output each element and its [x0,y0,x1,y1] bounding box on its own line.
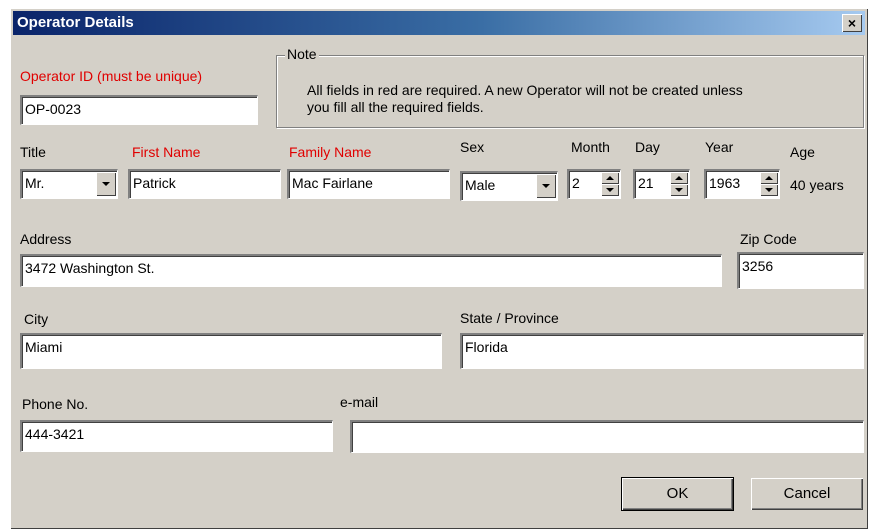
day-value: 21 [638,175,654,191]
month-value: 2 [572,175,580,191]
note-groupbox: Note All fields in red are required. A n… [276,46,864,128]
cancel-button[interactable]: Cancel [751,478,863,510]
sex-label: Sex [460,139,485,155]
state-input[interactable]: Florida [460,333,864,369]
title-label: Title [20,144,46,160]
title-select-value: Mr. [25,175,45,191]
operator-details-dialog: Operator Details × Operator ID (must be … [10,8,868,529]
first-name-label: First Name [132,144,201,160]
arrow-up-icon [606,176,614,180]
day-down-button[interactable] [670,184,688,196]
chevron-down-icon [102,182,110,186]
sex-select-value: Male [465,177,496,193]
note-title: Note [285,46,319,62]
address-label: Address [20,231,72,247]
family-name-label: Family Name [289,144,372,160]
arrow-up-icon [675,176,683,180]
year-label: Year [705,139,734,155]
arrow-up-icon [765,176,773,180]
year-spinner[interactable]: 1963 [704,169,780,199]
year-value: 1963 [709,175,741,191]
sex-select[interactable]: Male [460,171,558,201]
arrow-down-icon [765,188,773,192]
chevron-down-icon [542,184,550,188]
family-name-input[interactable]: Mac Fairlane [287,169,450,199]
month-spinner[interactable]: 2 [567,169,621,199]
age-value: 40 years [790,177,844,193]
title-bar[interactable]: Operator Details × [13,11,865,35]
zip-code-label: Zip Code [740,231,797,247]
email-input[interactable] [350,420,864,453]
month-up-button[interactable] [601,172,619,184]
close-button[interactable]: × [842,14,862,32]
window-title: Operator Details [17,14,134,31]
year-spin-buttons[interactable] [760,172,778,196]
address-input[interactable]: 3472 Washington St. [20,254,722,287]
operator-id-label: Operator ID (must be unique) [20,68,203,84]
note-line-2: you fill all the required fields. [307,99,484,115]
arrow-down-icon [606,188,614,192]
year-down-button[interactable] [760,184,778,196]
note-text: All fields in red are required. A new Op… [307,82,837,116]
month-label: Month [571,139,610,155]
age-label: Age [790,144,815,160]
city-label: City [24,311,49,327]
month-spin-buttons[interactable] [601,172,619,196]
phone-label: Phone No. [22,396,89,412]
month-down-button[interactable] [601,184,619,196]
title-dropdown-button[interactable] [96,172,116,196]
day-label: Day [635,139,660,155]
zip-code-input[interactable]: 3256 [737,252,864,289]
year-up-button[interactable] [760,172,778,184]
state-label: State / Province [460,310,559,326]
day-up-button[interactable] [670,172,688,184]
note-line-1: All fields in red are required. A new Op… [307,82,743,98]
day-spinner[interactable]: 21 [633,169,690,199]
sex-dropdown-button[interactable] [536,174,556,198]
arrow-down-icon [675,188,683,192]
close-icon: × [847,15,857,31]
phone-input[interactable]: 444-3421 [20,420,333,452]
first-name-input[interactable]: Patrick [128,169,281,199]
day-spin-buttons[interactable] [670,172,688,196]
title-select[interactable]: Mr. [20,169,118,199]
city-input[interactable]: Miami [20,333,442,369]
email-label: e-mail [340,394,379,410]
ok-button[interactable]: OK [621,477,734,511]
operator-id-input[interactable]: OP-0023 [20,95,258,125]
